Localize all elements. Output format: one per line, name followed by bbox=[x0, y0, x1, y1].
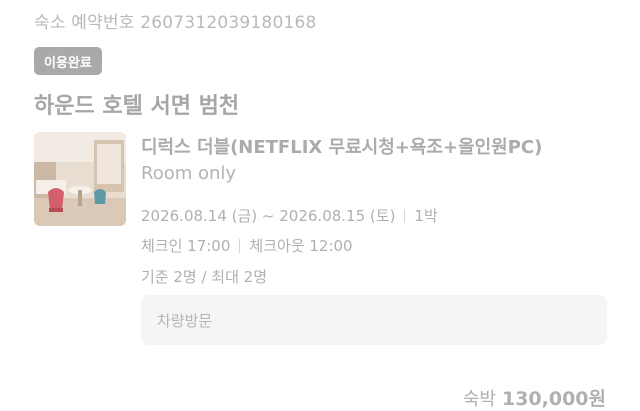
stay-nights: 1박 bbox=[414, 207, 438, 225]
booking-number: 숙소 예약번호 2607312039180168 bbox=[34, 13, 317, 33]
room-plan: Room only bbox=[141, 163, 237, 184]
stay-dates-row: 2026.08.14 (금) ~ 2026.08.15 (토) 1박 bbox=[141, 205, 438, 226]
vehicle-visit-label: 차량방문 bbox=[157, 311, 213, 330]
hotel-room-photo-icon bbox=[34, 132, 126, 226]
checkin-time: 체크인 17:00 bbox=[141, 237, 231, 255]
checkout-time: 체크아웃 12:00 bbox=[249, 237, 353, 255]
room-name: 디럭스 더블(NETFLIX 무료시청+욕조+올인원PC) bbox=[141, 137, 543, 158]
vehicle-visit-box: 차량방문 bbox=[141, 295, 607, 345]
price-amount: 130,000원 bbox=[501, 388, 606, 410]
hotel-name[interactable]: 하운드 호텔 서면 범천 bbox=[34, 88, 239, 120]
price-row: 숙박 130,000원 bbox=[463, 384, 606, 411]
guest-capacity-text: 기준 2명 / 최대 2명 bbox=[141, 268, 268, 286]
checkin-checkout-row: 체크인 17:00 체크아웃 12:00 bbox=[141, 235, 353, 256]
guest-capacity: 기준 2명 / 최대 2명 bbox=[141, 266, 267, 287]
status-badge: 이용완료 bbox=[34, 47, 102, 75]
divider bbox=[239, 238, 241, 253]
stay-dates: 2026.08.14 (금) ~ 2026.08.15 (토) bbox=[141, 207, 396, 225]
room-thumbnail[interactable] bbox=[34, 132, 126, 226]
divider bbox=[404, 208, 406, 223]
